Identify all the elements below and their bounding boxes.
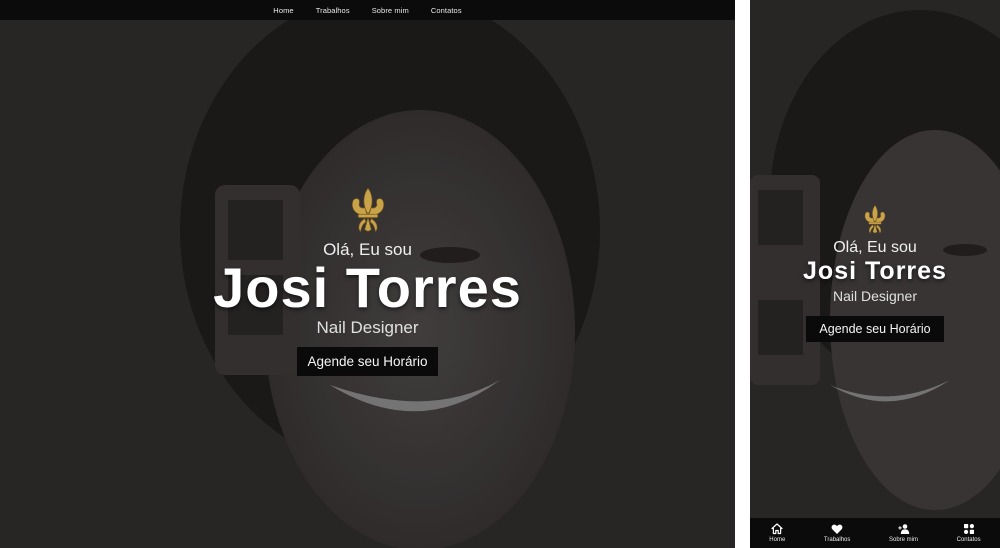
- mobile-hero-role: Nail Designer: [832, 288, 918, 304]
- contact-icon: [963, 524, 974, 534]
- bottom-nav-works-label: Trabalhos: [823, 537, 851, 543]
- bottom-nav-works[interactable]: Trabalhos: [824, 523, 850, 543]
- bottom-navigation: Home Trabalhos Sobre mim Contatos: [750, 518, 1000, 548]
- desktop-view: Home Trabalhos Sobre mim Contatos Olá, E…: [0, 0, 735, 548]
- bottom-nav-home[interactable]: Home: [769, 523, 785, 543]
- bottom-nav-contact-label: Contatos: [956, 537, 981, 543]
- fleur-de-lis-icon: [864, 205, 886, 234]
- nav-link-about[interactable]: Sobre mim: [361, 6, 420, 15]
- mobile-view: Olá, Eu sou Josi Torres Nail Designer Ag…: [750, 0, 1000, 548]
- mobile-hero-greeting: Olá, Eu sou: [833, 239, 917, 256]
- nav-link-contact[interactable]: Contatos: [420, 6, 473, 15]
- nav-link-works[interactable]: Trabalhos: [305, 6, 361, 15]
- nav-link-home[interactable]: Home: [262, 6, 304, 15]
- mobile-hero-name: Josi Torres: [803, 257, 947, 285]
- hero-role: Nail Designer: [316, 318, 419, 337]
- bottom-nav-about[interactable]: Sobre mim: [889, 523, 918, 543]
- bottom-nav-home-label: Home: [769, 537, 786, 543]
- top-navigation: Home Trabalhos Sobre mim Contatos: [0, 0, 735, 20]
- home-icon: [771, 523, 783, 535]
- fleur-de-lis-icon: [351, 187, 384, 233]
- bottom-nav-contact[interactable]: Contatos: [957, 523, 981, 543]
- bottom-nav-about-label: Sobre mim: [889, 537, 919, 543]
- mobile-hero-section: Olá, Eu sou Josi Torres Nail Designer Ag…: [750, 204, 1000, 342]
- book-appointment-button[interactable]: Agende seu Horário: [297, 347, 438, 376]
- user-add-icon: [897, 524, 909, 534]
- hero-section: Olá, Eu sou Josi Torres Nail Designer Ag…: [0, 186, 735, 376]
- heart-icon: [831, 524, 843, 534]
- hero-name: Josi Torres: [213, 256, 522, 319]
- mobile-book-appointment-button[interactable]: Agende seu Horário: [806, 316, 944, 342]
